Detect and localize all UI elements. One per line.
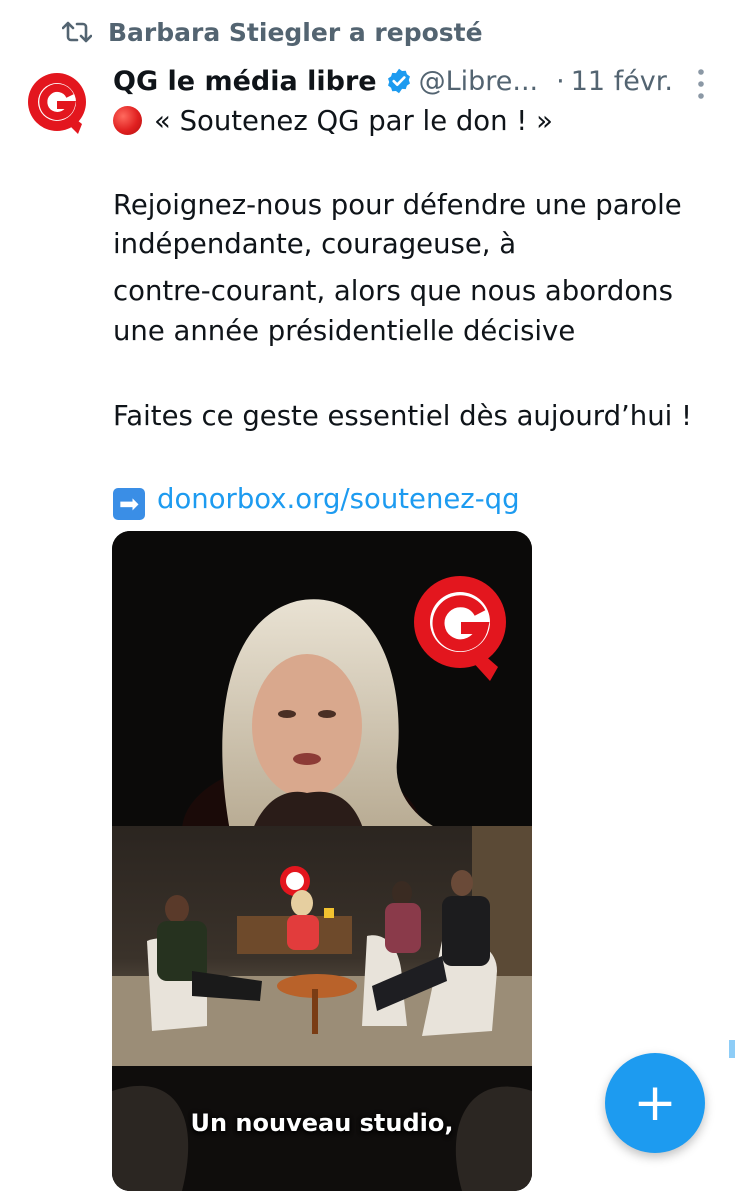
repost-icon [62,21,92,43]
more-options-icon[interactable] [697,68,705,100]
tweet-link-line: ➡ donorbox.org/soutenez-qg [113,480,520,520]
donation-link[interactable]: donorbox.org/soutenez-qg [157,483,520,515]
scrollbar-thumb[interactable] [729,1040,735,1058]
video-thumbnail [112,531,532,1191]
video-caption: Un nouveau studio, [190,1109,454,1137]
display-name[interactable]: QG le média libre [113,66,377,97]
tweet-text-line-2: Rejoignez-nous pour défendre une parole [113,189,682,221]
compose-button[interactable]: + [605,1053,705,1153]
tweet-text-line-6: Faites ce geste essentiel dès aujourd’hu… [113,400,693,432]
avatar[interactable] [26,72,90,136]
repost-label: Barbara Stiegler a reposté [108,17,483,47]
qg-logo-icon [28,73,86,134]
tweet-text-line-1: « Soutenez QG par le don ! » [113,102,553,140]
tweet-text-line-3: indépendante, courageuse, à [113,228,517,260]
red-circle-emoji-icon [113,106,142,135]
verified-badge-icon [387,68,410,94]
handle[interactable]: @Libre... [419,66,539,97]
compose-plus-icon: + [633,1073,677,1133]
tweet-text-line-5: une année présidentielle décisive [113,315,576,347]
tweet-text-line-4: contre-courant, alors que nous abordons [113,275,673,307]
repost-indicator[interactable]: Barbara Stiegler a reposté [62,14,483,50]
tweet-header: QG le média libre @Libre... · 11 févr. [113,60,715,102]
tweet-date[interactable]: 11 févr. [571,66,673,97]
tweet-media-video[interactable]: Un nouveau studio, [112,531,532,1191]
separator-dot: · [556,65,565,97]
right-arrow-emoji-icon: ➡ [113,488,145,520]
